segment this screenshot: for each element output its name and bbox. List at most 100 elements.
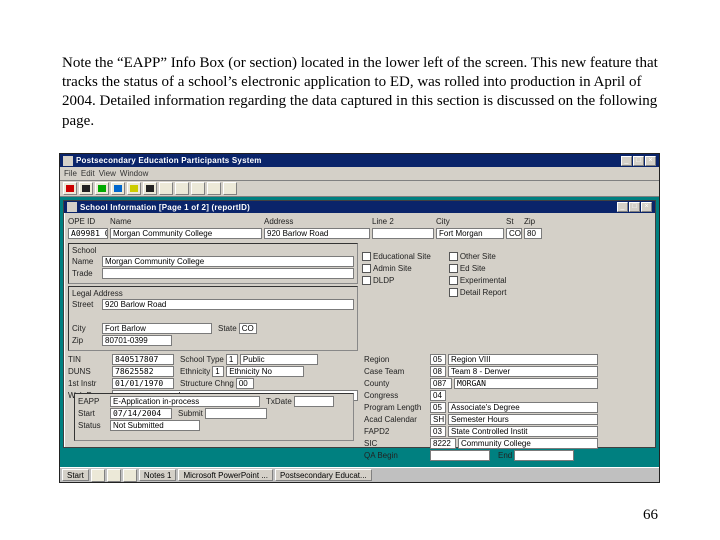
- structchng-field[interactable]: 00: [236, 378, 254, 389]
- toolbar-btn-8[interactable]: [175, 182, 189, 195]
- page-number: 66: [643, 507, 658, 524]
- street-field[interactable]: 920 Barlow Road: [102, 299, 354, 310]
- toolbar-btn-11[interactable]: [223, 182, 237, 195]
- chk-other-site[interactable]: [449, 252, 458, 261]
- caseteam-code[interactable]: 08: [430, 366, 446, 377]
- schooltype-code[interactable]: 1: [226, 354, 238, 365]
- sic-code[interactable]: 8222: [430, 438, 456, 449]
- menu-edit[interactable]: Edit: [81, 169, 95, 178]
- child-max-button[interactable]: □: [629, 202, 640, 212]
- toolbar-btn-9[interactable]: [191, 182, 205, 195]
- eapp-line1: E-Application in-process: [110, 396, 260, 407]
- fapd2-text: State Controlled Instit: [448, 426, 598, 437]
- state-field[interactable]: CO: [239, 323, 257, 334]
- toolbar-btn-6[interactable]: [143, 182, 157, 195]
- proglen-label: Program Length: [364, 403, 430, 412]
- ethnicity-label: Ethnicity: [180, 367, 210, 376]
- eapp-start-label: Start: [78, 409, 110, 418]
- chk-experimental[interactable]: [449, 276, 458, 285]
- acadcal-code[interactable]: SH: [430, 414, 446, 425]
- hdr-zip-field[interactable]: 80: [524, 228, 542, 239]
- county-label: County: [364, 379, 430, 388]
- zip-header: Zip: [524, 217, 535, 226]
- duns-label: DUNS: [68, 367, 112, 376]
- menu-view[interactable]: View: [99, 169, 116, 178]
- task-peps[interactable]: Postsecondary Educat...: [275, 469, 372, 481]
- lbl-experimental: Experimental: [460, 276, 507, 285]
- sic-label: SIC: [364, 439, 430, 448]
- sic-text: Community College: [458, 438, 598, 449]
- proglen-code[interactable]: 05: [430, 402, 446, 413]
- eapp-submit[interactable]: [205, 408, 267, 419]
- city-field[interactable]: Fort Barlow: [102, 323, 212, 334]
- name-header: Name: [110, 217, 264, 226]
- chk-ed-site[interactable]: [449, 264, 458, 273]
- school-trade-label: Trade: [72, 269, 102, 278]
- school-trade-field[interactable]: [102, 268, 354, 279]
- toolbar-btn-3[interactable]: [95, 182, 109, 195]
- maximize-button[interactable]: □: [633, 156, 644, 166]
- toolbar-btn-4[interactable]: [111, 182, 125, 195]
- county-text: MORGAN: [454, 378, 598, 389]
- chk-dldp[interactable]: [362, 276, 371, 285]
- firstinstr-field[interactable]: 01/01/1970: [112, 378, 174, 389]
- toolbar-btn-1[interactable]: [63, 182, 77, 195]
- quicklaunch-2[interactable]: [107, 469, 121, 482]
- fapd2-label: FAPD2: [364, 427, 430, 436]
- eapp-start[interactable]: 07/14/2004: [110, 408, 172, 419]
- child-close-button[interactable]: ×: [641, 202, 652, 212]
- school-name-label: Name: [72, 257, 102, 266]
- tin-field[interactable]: 840517807: [112, 354, 174, 365]
- hdr-city-field[interactable]: Fort Morgan: [436, 228, 504, 239]
- chk-admin-site[interactable]: [362, 264, 371, 273]
- opeid-header: OPE ID: [68, 217, 110, 226]
- ethnicity-code[interactable]: 1: [212, 366, 224, 377]
- minimize-button[interactable]: _: [621, 156, 632, 166]
- region-text: Region VIII: [448, 354, 598, 365]
- duns-field[interactable]: 78625582: [112, 366, 174, 377]
- task-notes[interactable]: Notes 1: [139, 469, 177, 481]
- congress-field[interactable]: 04: [430, 390, 446, 401]
- eapp-txdate[interactable]: [294, 396, 334, 407]
- chk-detail-report[interactable]: [449, 288, 458, 297]
- menu-bar: File Edit View Window: [60, 167, 659, 181]
- caseteam-text: Team 8 - Denver: [448, 366, 598, 377]
- zip-label: Zip: [72, 336, 102, 345]
- eapp-section: EAPPE-Application in-processTxDate Start…: [74, 393, 354, 441]
- menu-file[interactable]: File: [64, 169, 77, 178]
- address-header: Address: [264, 217, 372, 226]
- hdr-st-field[interactable]: CO: [506, 228, 522, 239]
- end-field[interactable]: [514, 450, 574, 461]
- line2-field[interactable]: [372, 228, 434, 239]
- region-code[interactable]: 05: [430, 354, 446, 365]
- quicklaunch-1[interactable]: [91, 469, 105, 482]
- menu-window[interactable]: Window: [120, 169, 148, 178]
- toolbar: [60, 181, 659, 197]
- acadcal-label: Acad Calendar: [364, 415, 430, 424]
- caption-text: Note the “EAPP” Info Box (or section) lo…: [62, 54, 658, 131]
- child-icon: [67, 202, 77, 212]
- quicklaunch-3[interactable]: [123, 469, 137, 482]
- child-titlebar: School Information [Page 1 of 2] (report…: [64, 201, 655, 213]
- close-button[interactable]: ×: [645, 156, 656, 166]
- schooltype-label: School Type: [180, 355, 224, 364]
- address-field[interactable]: 920 Barlow Road: [264, 228, 370, 239]
- toolbar-btn-7[interactable]: [159, 182, 173, 195]
- zip-field[interactable]: 80701-0399: [102, 335, 172, 346]
- fapd2-code[interactable]: 03: [430, 426, 446, 437]
- qabegin-field[interactable]: [430, 450, 490, 461]
- congress-label: Congress: [364, 391, 430, 400]
- toolbar-btn-2[interactable]: [79, 182, 93, 195]
- tin-label: TIN: [68, 355, 112, 364]
- toolbar-btn-5[interactable]: [127, 182, 141, 195]
- toolbar-btn-10[interactable]: [207, 182, 221, 195]
- name-field[interactable]: Morgan Community College: [110, 228, 262, 239]
- opeid-field[interactable]: A09981 01: [68, 228, 108, 239]
- chk-educational-site[interactable]: [362, 252, 371, 261]
- child-min-button[interactable]: _: [617, 202, 628, 212]
- app-icon: [63, 156, 73, 166]
- task-powerpoint[interactable]: Microsoft PowerPoint ...: [178, 469, 272, 481]
- school-name-field[interactable]: Morgan Community College: [102, 256, 354, 267]
- start-button[interactable]: Start: [62, 469, 89, 481]
- county-code[interactable]: 087: [430, 378, 452, 389]
